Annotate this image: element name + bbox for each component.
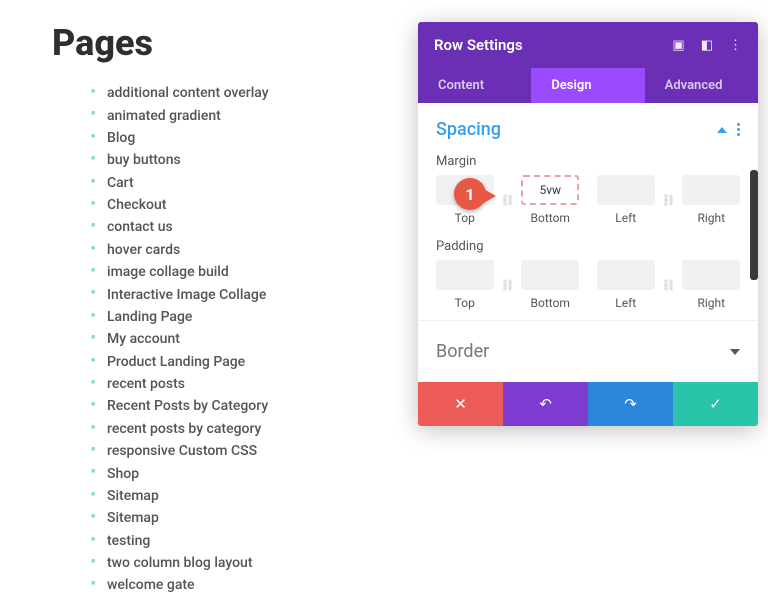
margin-left-label: Left: [615, 211, 636, 225]
page-link[interactable]: contact us: [107, 216, 382, 238]
tab-design[interactable]: Design: [531, 68, 644, 103]
page-link[interactable]: buy buttons: [107, 149, 382, 171]
link-icon[interactable]: ⛓: [661, 194, 677, 207]
page-link[interactable]: welcome gate: [107, 574, 382, 596]
margin-right-input[interactable]: [682, 175, 740, 205]
padding-right-label: Right: [697, 296, 725, 310]
page-link[interactable]: Sitemap: [107, 485, 382, 507]
margin-top-input[interactable]: [436, 175, 494, 205]
page-link[interactable]: animated gradient: [107, 104, 382, 126]
chevron-up-icon: [717, 127, 727, 133]
page-link[interactable]: image collage build: [107, 261, 382, 283]
page-link[interactable]: hover cards: [107, 239, 382, 261]
more-icon[interactable]: ⋮: [729, 38, 742, 53]
scrollbar[interactable]: [750, 170, 758, 280]
kebab-icon[interactable]: [737, 123, 740, 136]
link-icon[interactable]: ⛓: [661, 279, 677, 292]
padding-right-input[interactable]: [682, 260, 740, 290]
action-bar: ✕ ↶ ↷ ✓: [418, 382, 758, 426]
margin-group: Margin Top ⛓ 5vw Bottom Left ⛓ Right: [418, 150, 758, 235]
border-section-header[interactable]: Border: [418, 320, 758, 382]
page-title: Pages: [52, 22, 382, 64]
undo-button[interactable]: ↶: [503, 382, 588, 426]
expand-icon[interactable]: ▣: [672, 38, 684, 53]
margin-left-input[interactable]: [597, 175, 655, 205]
tabs: Content Design Advanced: [418, 68, 758, 103]
page-link[interactable]: recent posts by category: [107, 418, 382, 440]
tab-advanced[interactable]: Advanced: [645, 68, 758, 103]
row-settings-panel: Row Settings ▣ ◧ ⋮ Content Design Advanc…: [418, 22, 758, 426]
page-link[interactable]: responsive Custom CSS: [107, 440, 382, 462]
padding-left-input[interactable]: [597, 260, 655, 290]
tab-content[interactable]: Content: [418, 68, 531, 103]
border-title: Border: [436, 341, 489, 362]
page-link[interactable]: Shop: [107, 462, 382, 484]
page-link[interactable]: recent posts: [107, 373, 382, 395]
margin-label: Margin: [436, 154, 740, 169]
page-link[interactable]: Interactive Image Collage: [107, 283, 382, 305]
padding-bottom-label: Bottom: [531, 296, 570, 310]
chevron-down-icon: [730, 349, 740, 355]
close-button[interactable]: ✕: [418, 382, 503, 426]
padding-top-label: Top: [455, 296, 475, 310]
padding-left-label: Left: [615, 296, 636, 310]
margin-bottom-label: Bottom: [531, 211, 570, 225]
page-link[interactable]: Sitemap: [107, 507, 382, 529]
save-button[interactable]: ✓: [673, 382, 758, 426]
margin-bottom-input[interactable]: 5vw: [521, 175, 579, 205]
page-link[interactable]: Blog: [107, 127, 382, 149]
margin-right-label: Right: [697, 211, 725, 225]
spacing-section-header[interactable]: Spacing: [418, 103, 758, 150]
page-link[interactable]: Recent Posts by Category: [107, 395, 382, 417]
panel-header: Row Settings ▣ ◧ ⋮: [418, 22, 758, 68]
link-icon[interactable]: ⛓: [500, 194, 516, 207]
page-link[interactable]: My account: [107, 328, 382, 350]
help-icon[interactable]: ◧: [701, 38, 713, 53]
page-link[interactable]: two column blog layout: [107, 552, 382, 574]
spacing-title: Spacing: [436, 119, 501, 140]
padding-group: Padding Top ⛓ Bottom Left ⛓ Right: [418, 235, 758, 320]
pages-list: additional content overlayanimated gradi…: [52, 82, 382, 597]
panel-title: Row Settings: [434, 36, 523, 54]
page-link[interactable]: Product Landing Page: [107, 351, 382, 373]
margin-top-label: Top: [455, 211, 475, 225]
padding-top-input[interactable]: [436, 260, 494, 290]
page-link[interactable]: testing: [107, 530, 382, 552]
page-link[interactable]: Checkout: [107, 194, 382, 216]
padding-label: Padding: [436, 239, 740, 254]
page-link[interactable]: Landing Page: [107, 306, 382, 328]
page-link[interactable]: additional content overlay: [107, 82, 382, 104]
page-link[interactable]: Cart: [107, 172, 382, 194]
redo-button[interactable]: ↷: [588, 382, 673, 426]
link-icon[interactable]: ⛓: [500, 279, 516, 292]
padding-bottom-input[interactable]: [521, 260, 579, 290]
